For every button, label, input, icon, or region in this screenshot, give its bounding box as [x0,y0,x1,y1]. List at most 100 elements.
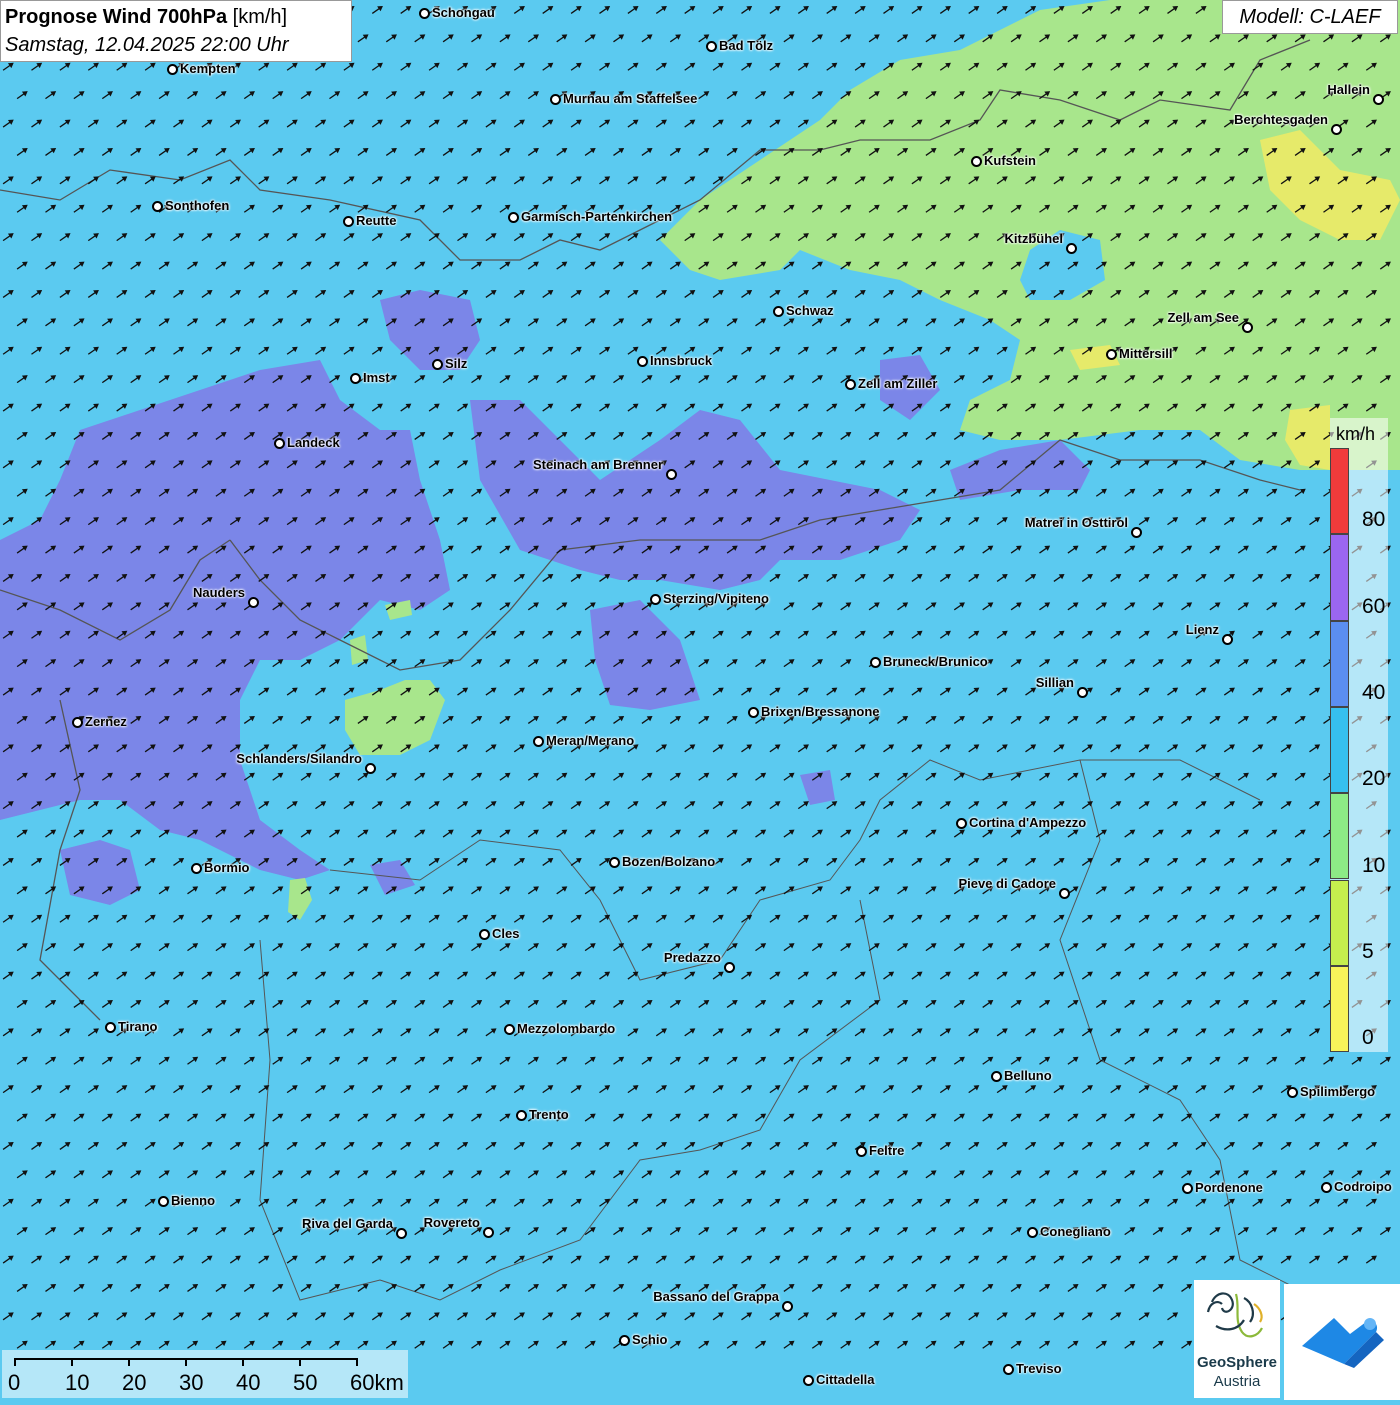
city-marker[interactable] [845,379,856,390]
city-marker[interactable] [650,594,661,605]
wind-arrow [87,1141,99,1150]
city-marker[interactable] [191,863,202,874]
wind-arrow [116,289,128,298]
city-label: Treviso [1016,1361,1062,1376]
wind-arrow [1010,715,1022,724]
wind-arrow [357,1340,369,1349]
city-marker[interactable] [666,469,677,480]
city-marker[interactable] [782,1301,793,1312]
wind-arrow [16,431,28,440]
wind-arrow [669,545,681,554]
wind-arrow [840,602,852,611]
wind-arrow [883,914,895,923]
wind-arrow [1266,886,1278,895]
city-marker[interactable] [956,818,967,829]
wind-arrow [755,204,767,213]
city-marker[interactable] [1182,1183,1193,1194]
city-marker[interactable] [479,929,490,940]
city-marker[interactable] [72,717,83,728]
wind-arrow [684,119,696,128]
city-marker[interactable] [396,1228,407,1239]
city-marker[interactable] [508,212,519,223]
wind-arrow [712,1028,724,1037]
wind-arrow [428,460,440,469]
wind-arrow [1025,1255,1037,1264]
city-marker[interactable] [1066,243,1077,254]
wind-arrow [229,403,241,412]
city-marker[interactable] [1003,1364,1014,1375]
wind-arrow [31,857,43,866]
city-marker[interactable] [1106,349,1117,360]
city-marker[interactable] [248,597,259,608]
city-marker[interactable] [504,1024,515,1035]
city-marker[interactable] [152,201,163,212]
wind-arrow [1095,1283,1107,1292]
wind-arrow [570,62,582,71]
city-marker[interactable] [550,94,561,105]
wind-arrow [173,1255,185,1264]
city-marker[interactable] [1321,1182,1332,1193]
city-marker[interactable] [274,438,285,449]
weather-app-logo[interactable] [1284,1284,1400,1400]
city-marker[interactable] [1131,527,1142,538]
city-marker[interactable] [870,657,881,668]
city-marker[interactable] [803,1375,814,1386]
wind-arrow [1266,375,1278,384]
wind-arrow [811,829,823,838]
city-marker[interactable] [483,1227,494,1238]
city-marker[interactable] [748,707,759,718]
city-marker[interactable] [991,1071,1002,1082]
wind-arrow [584,1170,596,1179]
city-marker[interactable] [609,857,620,868]
wind-arrow [996,1141,1008,1150]
wind-arrow [1266,431,1278,440]
wind-arrow [840,204,852,213]
city-marker[interactable] [365,763,376,774]
city-marker[interactable] [619,1335,630,1346]
wind-arrow [783,1340,795,1349]
wind-arrow [101,204,113,213]
city-marker[interactable] [1242,322,1253,333]
city-marker[interactable] [856,1146,867,1157]
wind-arrow [1067,772,1079,781]
wind-arrow [59,289,71,298]
city-marker[interactable] [516,1110,527,1121]
wind-arrow [1365,62,1377,71]
wind-arrow [428,403,440,412]
city-marker[interactable] [971,156,982,167]
city-marker[interactable] [343,216,354,227]
wind-arrow [1010,34,1022,43]
city-marker[interactable] [1077,687,1088,698]
city-marker[interactable] [350,373,361,384]
city-marker[interactable] [1287,1087,1298,1098]
city-marker[interactable] [1222,634,1233,645]
wind-arrow [101,602,113,611]
wind-arrow [599,289,611,298]
wind-arrow [854,119,866,128]
city-marker[interactable] [1059,888,1070,899]
city-marker[interactable] [533,736,544,747]
wind-arrow [1280,630,1292,639]
city-marker[interactable] [706,41,717,52]
wind-arrow [584,602,596,611]
city-marker[interactable] [637,356,648,367]
wind-arrow [599,119,611,128]
geosphere-logo[interactable]: GeoSphere Austria [1194,1280,1280,1398]
city-marker[interactable] [167,64,178,75]
city-marker[interactable] [773,306,784,317]
city-marker[interactable] [158,1196,169,1207]
city-marker[interactable] [724,962,735,973]
city-marker[interactable] [1027,1227,1038,1238]
city-marker[interactable] [432,359,443,370]
wind-arrow [1223,1028,1235,1037]
wind-arrow [826,914,838,923]
wind-arrow [684,687,696,696]
wind-arrow [741,460,753,469]
wind-map[interactable]: Schongau Bad Tölz Kempten Murnau am Staffel… [0,0,1400,1400]
city-marker[interactable] [1373,94,1384,105]
wind-arrow [201,1141,213,1150]
city-marker[interactable] [1331,124,1342,135]
city-marker[interactable] [419,8,430,19]
wind-arrow [1294,91,1306,100]
city-marker[interactable] [105,1022,116,1033]
